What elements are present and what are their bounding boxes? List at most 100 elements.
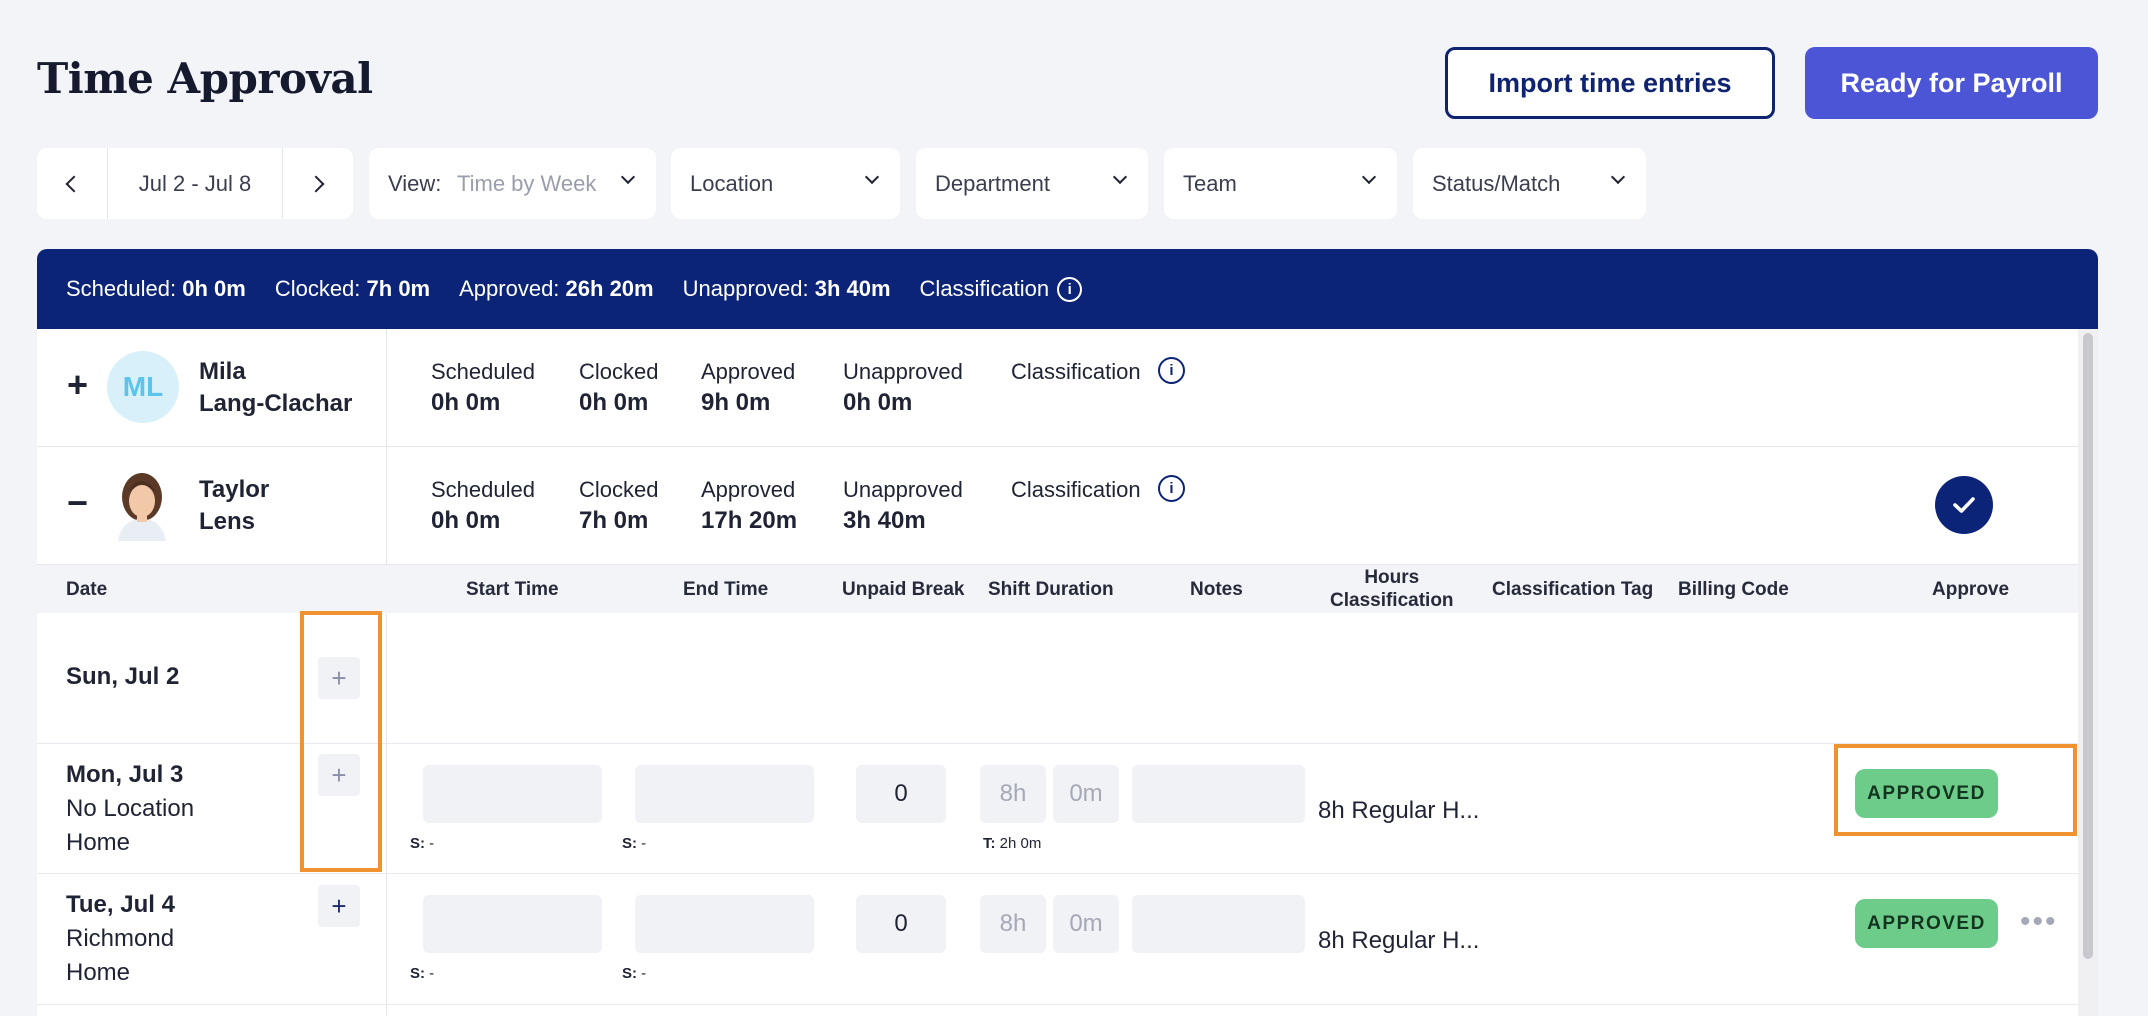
stat-classification: Classification <box>1011 477 1141 502</box>
info-icon[interactable]: i <box>1158 475 1185 502</box>
add-shift-button[interactable]: + <box>318 885 360 927</box>
day-row: Tue, Jul 4 Richmond Home + 0 8h 0m S: - … <box>37 874 2078 1005</box>
team-select[interactable]: Team <box>1164 148 1397 219</box>
scrollbar-thumb[interactable] <box>2083 333 2093 959</box>
stat-unapproved: Unapproved 0h 0m <box>843 359 963 416</box>
expand-toggle[interactable]: + <box>67 367 88 403</box>
end-time-input[interactable] <box>635 895 814 953</box>
notes-input[interactable] <box>1132 765 1305 823</box>
end-time-input[interactable] <box>635 765 814 823</box>
approved-badge[interactable]: APPROVED <box>1855 899 1998 948</box>
next-week-button[interactable] <box>283 148 353 219</box>
column-header-end-time: End Time <box>683 579 769 600</box>
info-icon[interactable]: i <box>1158 357 1185 384</box>
day-date: Mon, Jul 3 No Location Home <box>66 758 194 860</box>
duration-hours-input[interactable]: 8h <box>980 765 1046 823</box>
column-header-classification-tag: Classification Tag <box>1492 579 1654 600</box>
chevron-down-icon <box>1610 169 1626 185</box>
scheduled-end: S: - <box>622 835 647 852</box>
summary-unapproved: Unapproved: 3h 40m <box>682 276 891 301</box>
status-match-select[interactable]: Status/Match <box>1413 148 1646 219</box>
previous-week-button[interactable] <box>37 148 107 219</box>
highlight-add-buttons <box>300 611 382 872</box>
table-header: Date Start Time End Time Unpaid Break Sh… <box>37 565 2078 613</box>
column-header-unpaid-break: Unpaid Break <box>842 579 965 600</box>
column-header-billing-code: Billing Code <box>1678 579 1789 600</box>
ready-for-payroll-button[interactable]: Ready for Payroll <box>1805 47 2098 119</box>
column-header-date: Date <box>66 579 108 600</box>
chevron-down-icon <box>620 169 636 185</box>
scheduled-start: S: - <box>410 965 435 982</box>
duration-hours-input[interactable]: 8h <box>980 895 1046 953</box>
hours-classification[interactable]: 8h Regular H... <box>1318 797 1479 825</box>
location-select[interactable]: Location <box>671 148 900 219</box>
date-range[interactable]: Jul 2 - Jul 8 <box>107 148 283 219</box>
employee-row: + ML Mila Lang-Clachar Scheduled 0h 0m Cl… <box>37 329 2078 447</box>
stat-approved: Approved 9h 0m <box>701 359 796 416</box>
stat-unapproved: Unapproved 3h 40m <box>843 477 963 534</box>
checkmark-icon <box>1953 497 1975 513</box>
day-location: No Location <box>66 795 195 822</box>
stat-clocked: Clocked 7h 0m <box>579 477 659 534</box>
day-position: Home <box>66 829 131 856</box>
approve-all-button[interactable] <box>1935 476 1993 534</box>
view-value: Time by Week <box>457 170 597 196</box>
page-title: Time Approval <box>37 54 373 103</box>
scheduled-end: S: - <box>622 965 647 982</box>
chevron-down-icon <box>1112 169 1128 185</box>
chevron-down-icon <box>864 169 880 185</box>
employee-name[interactable]: Taylor Lens <box>199 474 269 538</box>
column-header-hours-classification: Hours Classification <box>1330 567 1454 611</box>
view-label: View: <box>388 170 442 196</box>
team-label: Team <box>1183 170 1237 196</box>
hours-classification[interactable]: 8h Regular H... <box>1318 927 1479 955</box>
column-header-start-time: Start Time <box>466 579 559 600</box>
employee-name[interactable]: Mila Lang-Clachar <box>199 356 352 420</box>
avatar <box>112 469 172 541</box>
highlight-approved-badge <box>1834 744 2077 836</box>
location-label: Location <box>690 170 774 196</box>
day-date: Tue, Jul 4 Richmond Home <box>66 888 175 990</box>
summary-bar: Scheduled: 0h 0m Clocked: 7h 0m Approved… <box>37 249 2098 329</box>
column-header-notes: Notes <box>1190 579 1243 600</box>
start-time-input[interactable] <box>423 895 602 953</box>
chevron-down-icon <box>1361 169 1377 185</box>
status-match-label: Status/Match <box>1432 170 1561 196</box>
stat-scheduled: Scheduled 0h 0m <box>431 359 535 416</box>
department-select[interactable]: Department <box>916 148 1148 219</box>
summary-classification: Classification i <box>920 276 1083 303</box>
notes-input[interactable] <box>1132 895 1305 953</box>
stat-approved: Approved 17h 20m <box>701 477 798 534</box>
summary-approved: Approved: 26h 20m <box>459 276 654 301</box>
day-date: Sun, Jul 2 <box>66 663 180 690</box>
department-label: Department <box>935 170 1050 196</box>
column-header-approve: Approve <box>1932 579 2010 600</box>
day-row <box>37 1005 2078 1016</box>
stat-clocked: Clocked 0h 0m <box>579 359 659 416</box>
scheduled-start: S: - <box>410 835 435 852</box>
unpaid-break-input[interactable]: 0 <box>856 765 946 823</box>
start-time-input[interactable] <box>423 765 602 823</box>
chevron-left-icon <box>65 175 83 192</box>
column-header-shift-duration: Shift Duration <box>988 579 1114 600</box>
duration-minutes-input[interactable]: 0m <box>1053 895 1119 953</box>
more-options-icon[interactable]: ••• <box>2020 907 2058 937</box>
stat-classification: Classification <box>1011 359 1141 384</box>
employee-row: − Taylor Lens Scheduled 0h 0m Clocked 7h 0… <box>37 447 2078 565</box>
import-time-entries-button[interactable]: Import time entries <box>1445 47 1775 119</box>
day-location: Richmond <box>66 925 175 952</box>
day-position: Home <box>66 959 131 986</box>
summary-scheduled: Scheduled: 0h 0m <box>66 276 246 301</box>
total-time: T: 2h 0m <box>983 835 1042 852</box>
chevron-right-icon <box>307 175 325 192</box>
unpaid-break-input[interactable]: 0 <box>856 895 946 953</box>
summary-clocked: Clocked: 7h 0m <box>274 276 431 301</box>
vertical-scrollbar[interactable] <box>2078 329 2098 1016</box>
info-icon[interactable]: i <box>1057 277 1083 303</box>
date-navigator: Jul 2 - Jul 8 <box>37 148 353 219</box>
avatar: ML <box>107 351 179 423</box>
duration-minutes-input[interactable]: 0m <box>1053 765 1119 823</box>
view-select[interactable]: View: Time by Week <box>369 148 656 219</box>
stat-scheduled: Scheduled 0h 0m <box>431 477 535 534</box>
collapse-toggle[interactable]: − <box>67 485 88 521</box>
